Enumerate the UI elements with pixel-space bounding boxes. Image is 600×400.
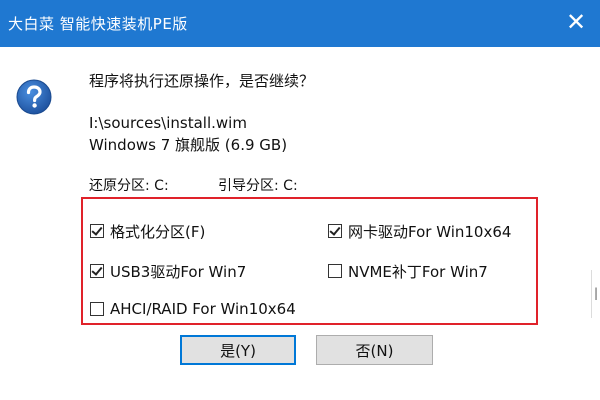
close-button[interactable]: ✕ — [556, 0, 600, 47]
boot-partition: 引导分区: C: — [218, 178, 298, 194]
confirm-prompt: 程序将执行还原操作，是否继续？ — [89, 72, 315, 90]
edge-glyph: | — [594, 286, 599, 300]
background-window-edge: | — [591, 270, 600, 318]
option-ahci-raid[interactable]: AHCI/RAID For Win10x64 — [90, 299, 296, 319]
windows-edition: Windows 7 旗舰版 (6.9 GB) — [89, 136, 288, 154]
question-icon — [16, 79, 52, 115]
checkbox[interactable] — [90, 264, 104, 278]
restore-partition: 还原分区: C: — [89, 178, 169, 194]
window-title: 大白菜 智能快速装机PE版 — [8, 15, 188, 33]
title-bar: 大白菜 智能快速装机PE版 ✕ — [0, 0, 600, 47]
no-button[interactable]: 否(N) — [316, 335, 433, 365]
option-label: NVME补丁For Win7 — [348, 262, 488, 281]
option-label: 网卡驱动For Win10x64 — [348, 222, 512, 241]
option-label: USB3驱动For Win7 — [110, 262, 247, 281]
option-nic-driver[interactable]: 网卡驱动For Win10x64 — [328, 221, 511, 241]
close-icon: ✕ — [566, 8, 587, 36]
option-usb3-driver[interactable]: USB3驱动For Win7 — [90, 261, 246, 281]
checkbox[interactable] — [90, 224, 104, 238]
option-label: AHCI/RAID For Win10x64 — [110, 300, 296, 318]
option-label: 格式化分区(F) — [110, 222, 206, 241]
option-format-partition[interactable]: 格式化分区(F) — [90, 221, 205, 241]
image-path: I:\sources\install.wim — [89, 114, 247, 132]
checkbox[interactable] — [328, 264, 342, 278]
yes-button[interactable]: 是(Y) — [180, 335, 296, 365]
option-nvme-patch[interactable]: NVME补丁For Win7 — [328, 261, 488, 281]
checkbox[interactable] — [328, 224, 342, 238]
checkbox[interactable] — [90, 302, 104, 316]
